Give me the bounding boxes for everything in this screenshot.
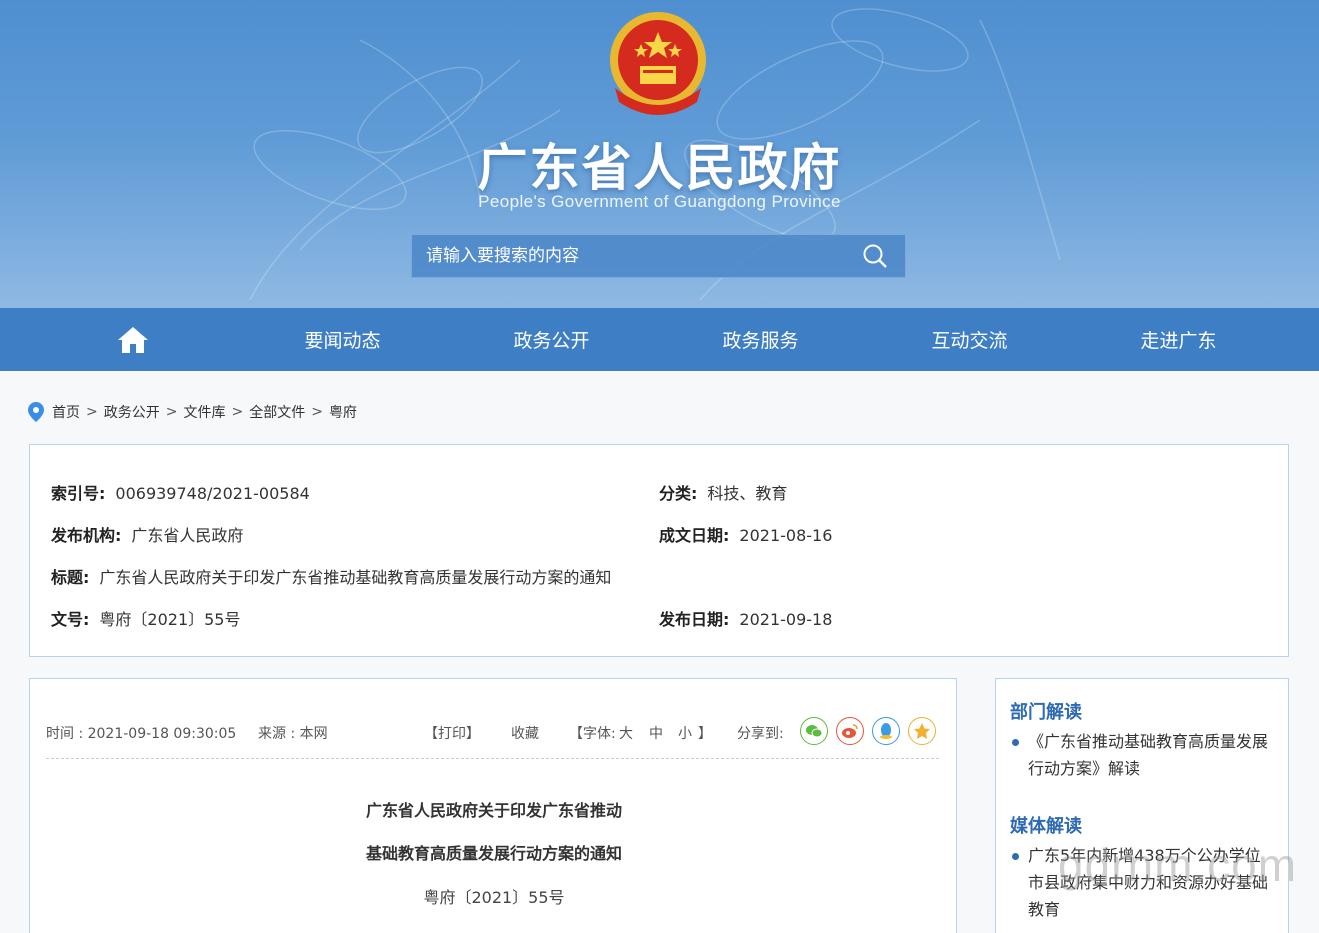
article-title-line-1: 广东省人民政府关于印发广东省推动 [365,801,622,820]
article-title-line-2: 基础教育高质量发展行动方案的通知 [365,844,622,863]
qq-icon[interactable] [872,717,900,745]
article-panel: 时间 : 2021-09-18 09:30:05 来源 : 本网 【打印】 收藏… [29,678,957,933]
dept-interpretation-heading: 部门解读 [1010,702,1082,723]
font-medium-button[interactable]: 中 [649,723,663,743]
font-large-button[interactable]: 大 [619,723,633,743]
article-source: 来源 : 本网 [258,726,328,742]
nav-item-about[interactable]: 走进广东 [1074,308,1283,371]
site-title: 广东省人民政府 [477,139,842,197]
breadcrumb: 首页 > 政务公开 > 文件库 > 全部文件 > 粤府 [28,402,357,422]
search-bar [411,234,906,278]
publish-time: 时间 : 2021-09-18 09:30:05 [46,726,237,742]
info-category: 分类: 科技、教育 [659,484,788,503]
info-title: 标题: 广东省人民政府关于印发广东省推动基础教育高质量发展行动方案的通知 [51,568,612,587]
info-index: 索引号: 006939748/2021-00584 [51,484,310,503]
breadcrumb-gov-affairs[interactable]: 政务公开 [104,402,160,422]
breadcrumb-separator: > [165,404,178,420]
search-button[interactable] [845,235,905,277]
search-input[interactable] [412,235,845,277]
info-written-date: 成文日期: 2021-08-16 [659,526,833,545]
interpretation-sidebar: 部门解读 《广东省推动基础教育高质量发展行动方案》解读 媒体解读 广东5年内新增… [995,678,1289,933]
document-info-box: 索引号: 006939748/2021-00584 分类: 科技、教育 发布机构: 广… [29,444,1289,657]
location-pin-icon [28,402,44,422]
breadcrumb-yuefu[interactable]: 粤府 [329,402,357,422]
media-interpretation-heading: 媒体解读 [1010,816,1082,837]
dept-interpretation-link[interactable]: 《广东省推动基础教育高质量发展行动方案》解读 [1010,728,1278,782]
font-size-close: 】 [698,726,712,742]
favorite-button[interactable]: 收藏 [511,723,539,743]
main-nav: 要闻动态 政务公开 政务服务 互动交流 走进广东 [0,308,1319,371]
font-small-button[interactable]: 小 [678,723,692,743]
font-size-label: 【字体: [569,726,616,742]
breadcrumb-home[interactable]: 首页 [52,402,80,422]
weibo-icon[interactable] [836,717,864,745]
qzone-icon[interactable] [908,717,936,745]
search-icon [863,244,887,268]
breadcrumb-separator: > [231,404,244,420]
article-meta-bar: 时间 : 2021-09-18 09:30:05 来源 : 本网 【打印】 收藏… [46,717,939,759]
print-button[interactable]: 【打印】 [424,723,480,743]
site-subtitle: People's Government of Guangdong Provinc… [478,192,841,211]
nav-home[interactable] [28,308,238,371]
home-icon [118,326,148,353]
national-emblem [610,12,706,115]
breadcrumb-all-docs[interactable]: 全部文件 [249,402,305,422]
nav-item-news[interactable]: 要闻动态 [238,308,447,371]
info-publish-date: 发布日期: 2021-09-18 [659,610,833,629]
nav-item-services[interactable]: 政务服务 [656,308,865,371]
share-label: 分享到: [737,726,784,742]
header-banner: 广东省人民政府 People's Government of Guangdong… [0,0,1319,308]
nav-item-gov-affairs[interactable]: 政务公开 [447,308,656,371]
info-doc-number: 文号: 粤府〔2021〕55号 [51,610,241,629]
wechat-icon[interactable] [800,717,828,745]
nav-item-interaction[interactable]: 互动交流 [865,308,1074,371]
info-issuer: 发布机构: 广东省人民政府 [51,526,244,545]
media-interpretation-link[interactable]: 广东5年内新增438万个公办学位 市县政府集中财力和资源办好基础教育 [1010,842,1278,923]
breadcrumb-separator: > [311,404,323,420]
breadcrumb-separator: > [86,404,98,420]
breadcrumb-doc-library[interactable]: 文件库 [183,402,225,422]
article-doc-number: 粤府〔2021〕55号 [423,888,565,907]
